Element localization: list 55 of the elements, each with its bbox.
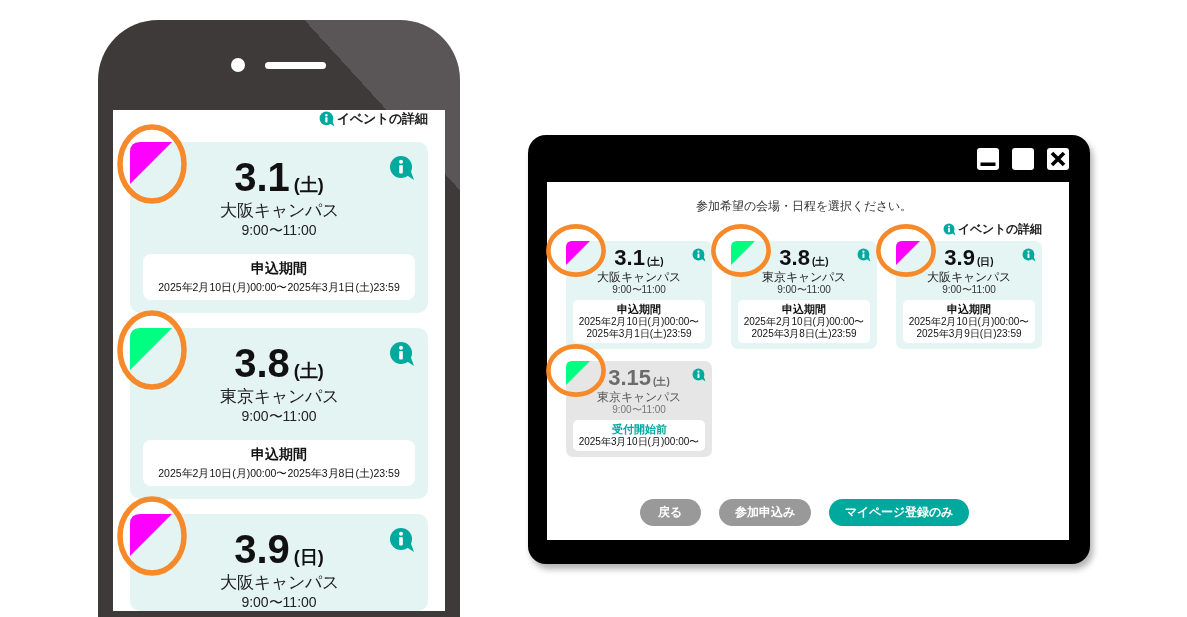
period-dates: 2025年2月10日(月)00:00〜2025年3月1日(土)23:59 <box>157 280 401 294</box>
speaker-grille-icon <box>265 61 326 69</box>
event-date: 3.9 <box>234 527 290 571</box>
event-weekday: (土) <box>811 255 829 269</box>
event-time: 9:00〜11:00 <box>776 284 832 296</box>
instruction-text: 参加希望の会場・日程を選択ください。 <box>696 199 912 214</box>
period-dates: 2025年2月10日(月)00:00〜2025年3月1日(土)23:59 <box>577 316 701 340</box>
period-dates: 2025年2月10日(月)00:00〜2025年3月9日(日)23:59 <box>907 316 1031 340</box>
minimize-icon[interactable] <box>977 147 999 170</box>
info-icon[interactable] <box>389 341 415 367</box>
event-weekday: (土) <box>653 375 670 389</box>
info-icon <box>943 223 956 236</box>
event-date: 3.8 <box>779 246 810 270</box>
venue-name: 大阪キャンパス <box>596 270 682 284</box>
venue-name: 東京キャンパス <box>218 387 340 407</box>
event-weekday: (土) <box>293 174 324 197</box>
info-icon[interactable] <box>1022 248 1036 262</box>
event-time: 9:00〜11:00 <box>240 408 318 425</box>
period-dates: 2025年3月10日(月)00:00〜 <box>577 436 701 448</box>
event-weekday: (日) <box>293 546 324 569</box>
event-time: 9:00〜11:00 <box>611 284 667 296</box>
event-date: 3.15 <box>608 366 652 390</box>
event-details-link[interactable]: イベントの詳細 <box>319 110 428 127</box>
period-label: 申込期間 <box>250 446 308 463</box>
info-icon[interactable] <box>389 155 415 181</box>
event-date: 3.8 <box>234 341 290 385</box>
period-dates: 2025年2月10日(月)00:00〜2025年3月8日(土)23:59 <box>157 466 401 480</box>
info-icon[interactable] <box>389 527 415 553</box>
event-time: 9:00〜11:00 <box>240 594 318 611</box>
camera-dot-icon <box>231 58 245 72</box>
info-icon[interactable] <box>857 248 871 262</box>
period-label: 申込期間 <box>946 303 992 316</box>
period-label: 申込期間 <box>781 303 827 316</box>
event-time: 9:00〜11:00 <box>240 222 318 239</box>
close-icon[interactable] <box>1047 147 1069 170</box>
event-details-link[interactable]: イベントの詳細 <box>943 222 1042 237</box>
info-icon[interactable] <box>692 248 706 262</box>
event-date: 3.1 <box>614 246 645 270</box>
period-label: 申込期間 <box>616 303 662 316</box>
period-dates: 2025年2月10日(月)00:00〜2025年3月8日(土)23:59 <box>742 316 866 340</box>
event-weekday: (土) <box>293 360 324 383</box>
event-weekday: (土) <box>646 255 664 269</box>
event-date: 3.9 <box>944 246 975 270</box>
venue-name: 東京キャンパス <box>596 390 682 404</box>
event-time: 9:00〜11:00 <box>941 284 997 296</box>
event-weekday: (日) <box>976 255 994 269</box>
maximize-icon[interactable] <box>1012 147 1034 170</box>
event-time: 9:00〜11:00 <box>611 404 667 416</box>
venue-name: 東京キャンパス <box>761 270 847 284</box>
venue-name: 大阪キャンパス <box>218 573 340 593</box>
period-label: 申込期間 <box>250 260 308 277</box>
period-label: 受付開始前 <box>610 423 668 436</box>
event-date: 3.1 <box>234 155 290 199</box>
venue-name: 大阪キャンパス <box>218 201 340 221</box>
venue-name: 大阪キャンパス <box>926 270 1012 284</box>
